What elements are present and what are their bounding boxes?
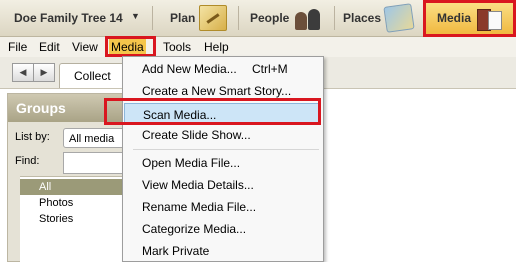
- groups-panel: Groups List by: All media Find: All Phot…: [7, 93, 135, 262]
- tree-title[interactable]: Doe Family Tree 14: [14, 11, 123, 25]
- toolbar-divider: [334, 6, 335, 30]
- toolbar-divider: [238, 6, 239, 30]
- groups-title: Groups: [16, 100, 66, 116]
- menu-item-categorize-media[interactable]: Categorize Media...: [124, 218, 320, 240]
- list-item-all[interactable]: All: [20, 179, 133, 195]
- people-icon: [293, 6, 323, 30]
- plan-icon: [199, 5, 228, 31]
- menu-item-add-new-media[interactable]: Add New Media... Ctrl+M: [124, 58, 320, 80]
- tab-collection[interactable]: Collect: [59, 63, 129, 88]
- menu-file[interactable]: File: [6, 39, 29, 55]
- find-label: Find:: [15, 155, 40, 167]
- tab-people-label: People: [250, 11, 290, 25]
- list-by-value: All media: [69, 133, 115, 145]
- back-arrow-icon[interactable]: ◀: [12, 63, 34, 82]
- menu-item-create-slide-show[interactable]: Create Slide Show...: [124, 124, 320, 146]
- menu-separator: [133, 149, 319, 150]
- menu-item-rename-media-file[interactable]: Rename Media File...: [124, 196, 320, 218]
- menu-view[interactable]: View: [70, 39, 100, 55]
- top-toolbar: Doe Family Tree 14 ▼ Plan People Places …: [0, 0, 516, 37]
- menu-bar: File Edit View Media Tools Help: [0, 37, 516, 57]
- tab-media[interactable]: Media: [425, 0, 513, 36]
- menu-item-open-media-file[interactable]: Open Media File...: [124, 152, 320, 174]
- forward-arrow-icon[interactable]: ▶: [33, 63, 55, 82]
- tab-plan[interactable]: Plan: [170, 0, 228, 36]
- menu-edit[interactable]: Edit: [37, 39, 62, 55]
- media-icon: [475, 6, 502, 31]
- menu-item-view-media-details[interactable]: View Media Details...: [124, 174, 320, 196]
- tree-dropdown-caret-icon[interactable]: ▼: [131, 11, 140, 21]
- tab-plan-label: Plan: [170, 11, 196, 25]
- list-item-photos[interactable]: Photos: [20, 195, 133, 211]
- menu-tools[interactable]: Tools: [161, 39, 193, 55]
- tab-collection-label: Collect: [74, 69, 111, 83]
- menu-item-mark-private[interactable]: Mark Private: [124, 240, 320, 262]
- tab-places-label: Places: [343, 11, 382, 25]
- groups-list: All Photos Stories: [20, 176, 133, 262]
- places-icon: [383, 3, 415, 33]
- menu-item-create-smart-story[interactable]: Create a New Smart Story...: [124, 80, 320, 102]
- list-by-label: List by:: [15, 131, 50, 143]
- toolbar-divider: [152, 6, 153, 30]
- tab-media-label: Media: [436, 11, 471, 25]
- menu-help[interactable]: Help: [202, 39, 231, 55]
- groups-header: Groups: [8, 94, 133, 122]
- tab-places[interactable]: Places: [343, 0, 415, 36]
- menu-item-scan-media[interactable]: Scan Media...: [124, 103, 320, 125]
- shortcut-label: Ctrl+M: [252, 62, 288, 76]
- menu-media[interactable]: Media: [109, 39, 146, 55]
- media-dropdown-menu: Add New Media... Ctrl+M Create a New Sma…: [122, 56, 324, 262]
- list-item-stories[interactable]: Stories: [20, 211, 133, 227]
- tab-people[interactable]: People: [250, 0, 323, 36]
